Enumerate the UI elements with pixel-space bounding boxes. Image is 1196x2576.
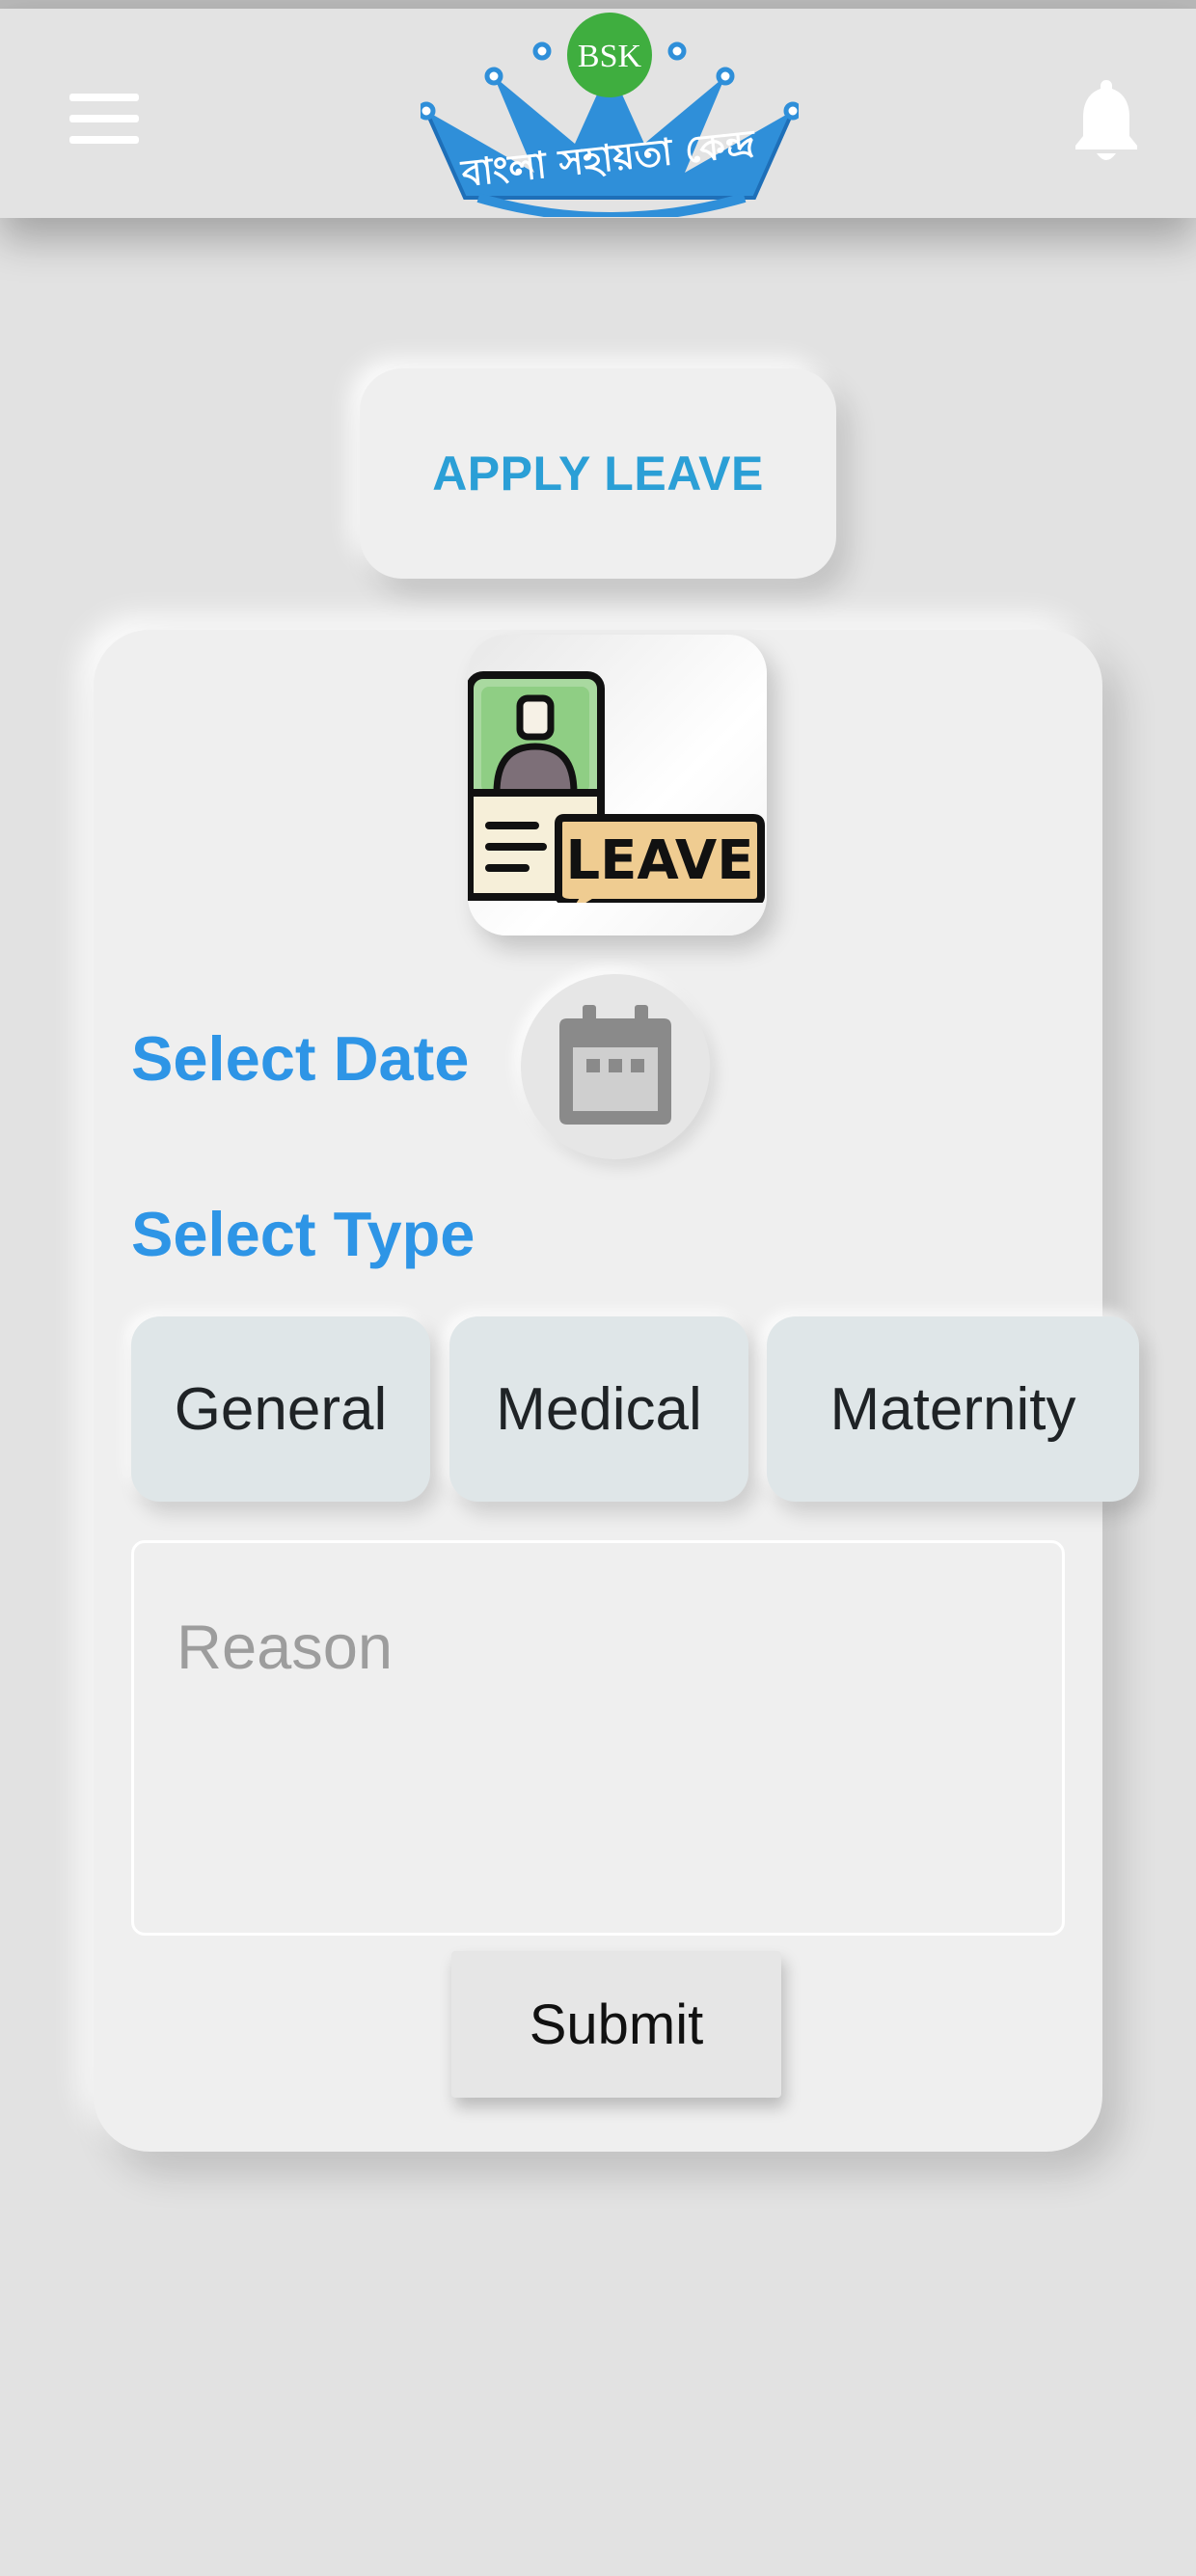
hamburger-menu-icon[interactable] bbox=[69, 94, 139, 144]
calendar-button[interactable] bbox=[521, 974, 710, 1159]
type-maternity-button[interactable]: Maternity bbox=[767, 1316, 1139, 1502]
app-header: BSK বাংলা সহায়তা কেন্দ্র bbox=[0, 9, 1196, 218]
logo-badge-text: BSK bbox=[578, 39, 642, 74]
status-strip bbox=[0, 0, 1196, 9]
calendar-icon bbox=[559, 1005, 671, 1125]
leave-document-icon: LEAVE bbox=[468, 671, 765, 903]
bsk-logo: BSK বাংলা সহায়তা কেন্দ্র bbox=[421, 13, 799, 217]
bell-icon[interactable] bbox=[1074, 76, 1139, 163]
type-general-button[interactable]: General bbox=[131, 1316, 430, 1502]
leave-image-tile: LEAVE bbox=[468, 635, 767, 935]
type-medical-button[interactable]: Medical bbox=[449, 1316, 748, 1502]
leave-badge-text: LEAVE bbox=[565, 829, 753, 892]
reason-input[interactable] bbox=[134, 1543, 1062, 1933]
page-title: APPLY LEAVE bbox=[432, 447, 764, 501]
apply-leave-title-card: APPLY LEAVE bbox=[360, 368, 836, 579]
select-date-label: Select Date bbox=[131, 1023, 470, 1094]
submit-button[interactable]: Submit bbox=[451, 1951, 781, 2098]
reason-field bbox=[131, 1540, 1065, 1936]
select-type-label: Select Type bbox=[131, 1199, 476, 1269]
